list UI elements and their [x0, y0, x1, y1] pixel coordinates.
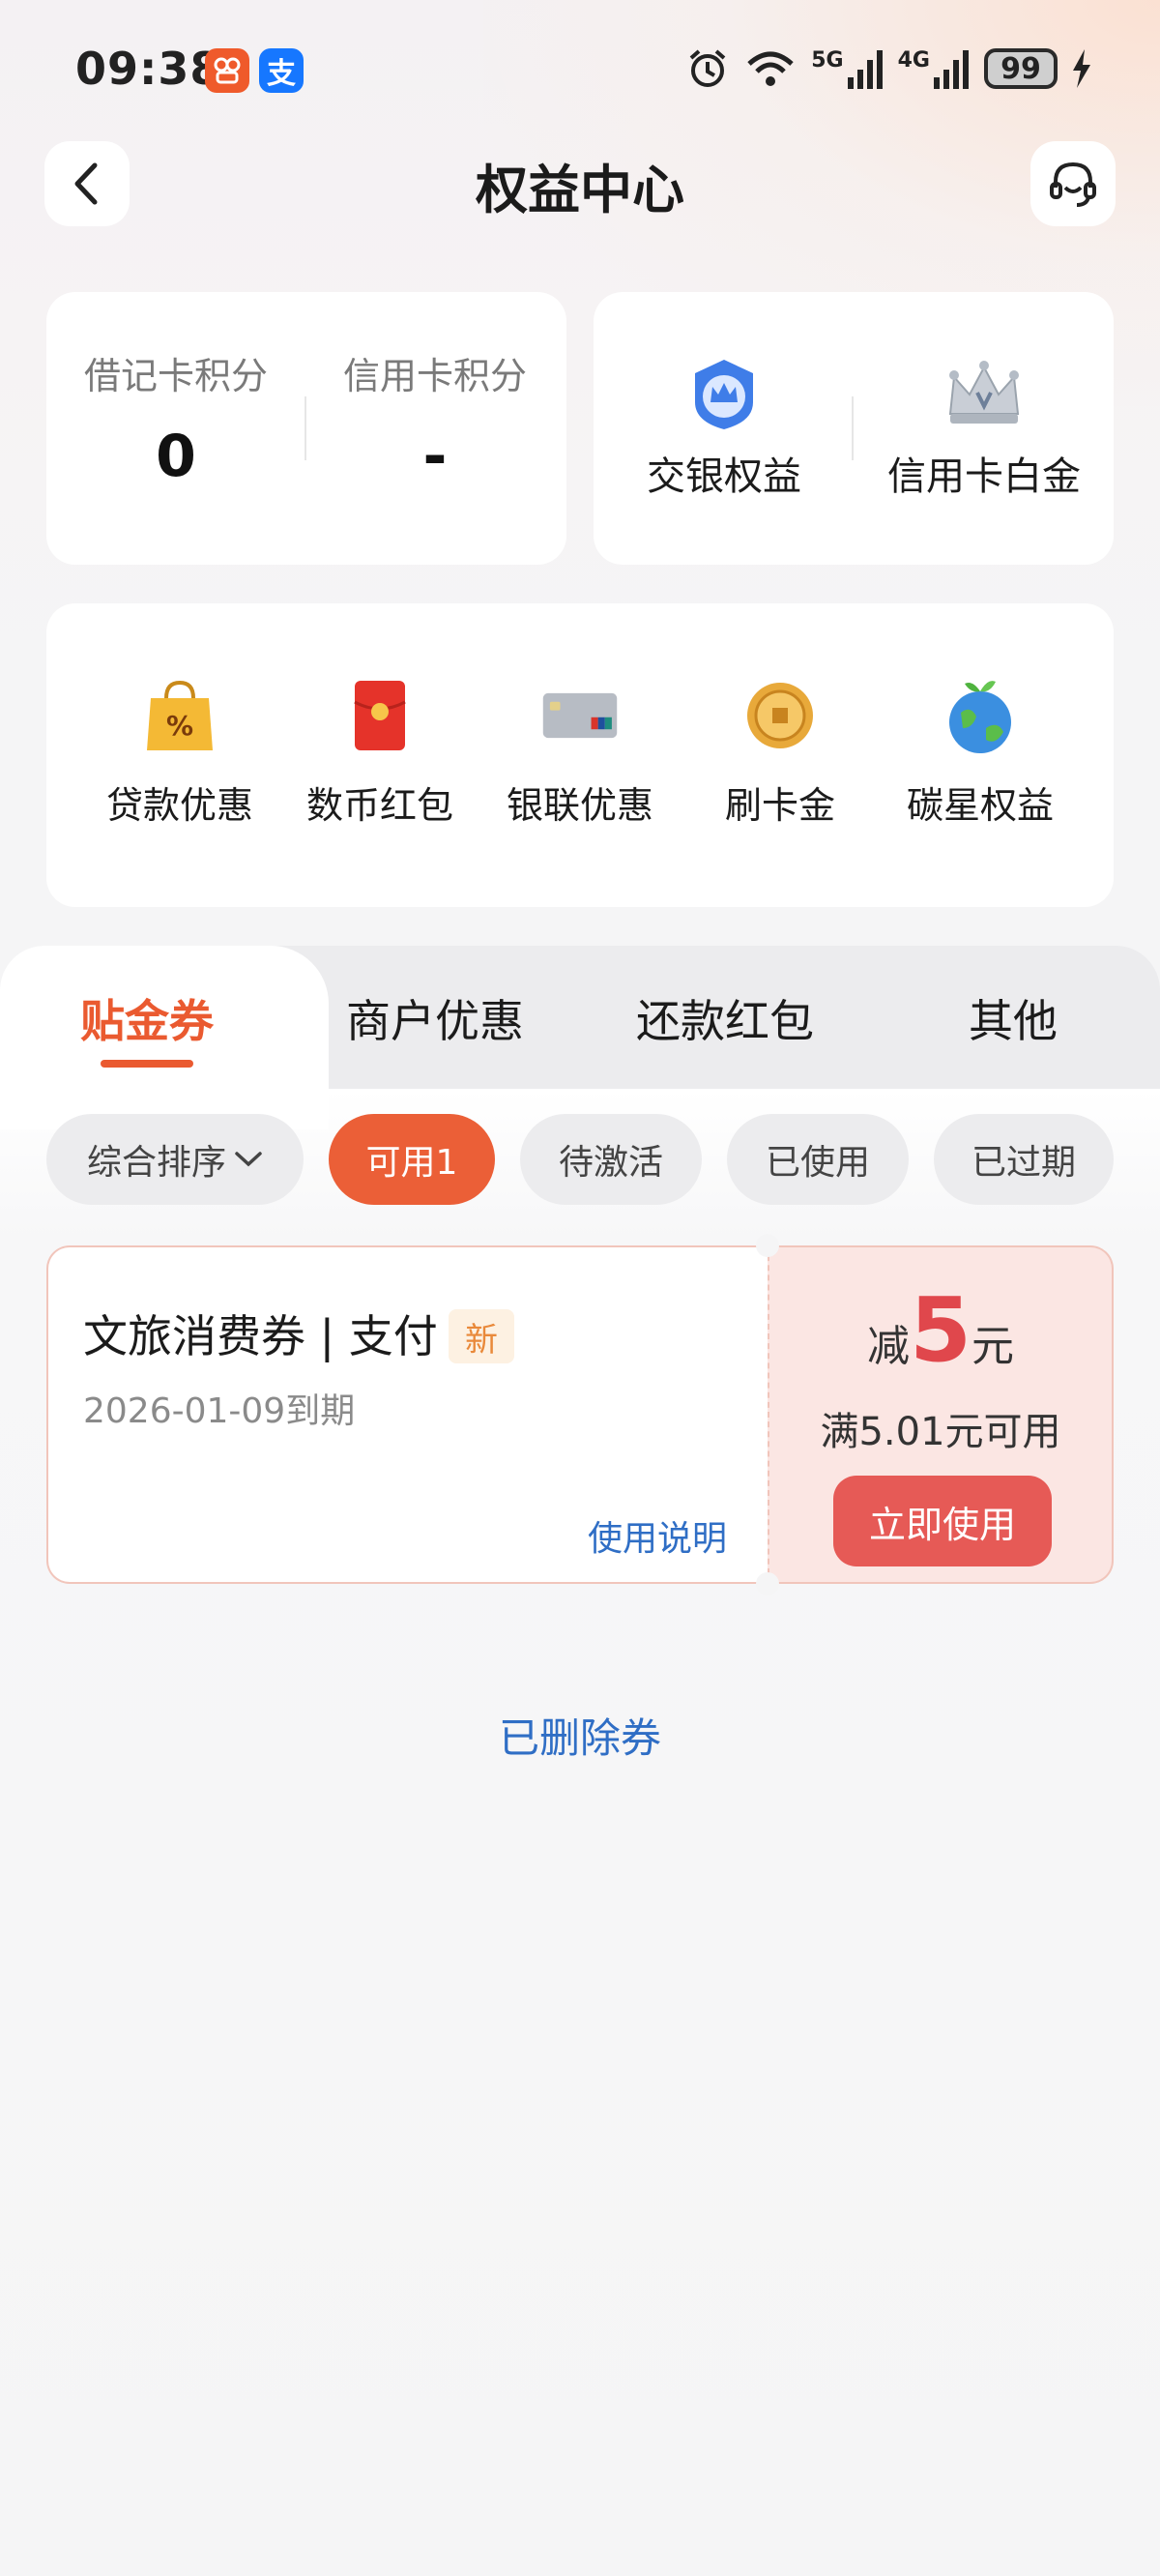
red-envelope-icon: [341, 677, 419, 754]
filter-expired[interactable]: 已过期: [934, 1114, 1114, 1205]
credit-points-value: -: [422, 423, 448, 490]
unionpay-card-icon: [541, 677, 619, 754]
charging-icon: [1073, 49, 1090, 88]
tab-repayment-red-envelope[interactable]: 还款红包: [609, 986, 841, 1050]
signal-4g: 4G: [898, 48, 971, 89]
blue-crown-badge-icon: [695, 360, 753, 429]
quick-entry-red-envelope[interactable]: 数币红包: [283, 677, 477, 829]
divider: [852, 396, 854, 460]
use-now-button[interactable]: 立即使用: [833, 1476, 1052, 1566]
tab-active-indicator: [101, 1060, 193, 1068]
alarm-icon: [689, 49, 726, 87]
coupon-notch: [756, 1572, 779, 1595]
debit-points[interactable]: 借记卡积分 0: [50, 346, 302, 490]
quick-entry-card-gold[interactable]: 刷卡金: [683, 677, 877, 829]
chevron-down-icon: [235, 1152, 262, 1167]
divider: [304, 396, 306, 460]
quick-entry-label: 碳星权益: [906, 784, 1054, 827]
quick-entry-label: 贷款优惠: [105, 784, 253, 827]
status-time: 09:38: [75, 43, 222, 95]
platinum-card-entry[interactable]: 信用卡白金: [870, 356, 1098, 501]
usage-instructions-link[interactable]: 使用说明: [588, 1510, 727, 1561]
bocom-benefit-label: 交银权益: [647, 454, 801, 499]
coupon-expiry: 2026-01-09到期: [83, 1391, 356, 1431]
wifi-icon: [747, 51, 794, 86]
alipay-notification-icon: 支: [259, 48, 304, 93]
coupon-discount: 减5元: [768, 1278, 1114, 1382]
quick-entry-loan[interactable]: % 贷款优惠: [83, 677, 276, 829]
discount-amount: 5: [909, 1278, 972, 1382]
discount-unit: 元: [972, 1322, 1014, 1371]
quick-entry-label: 银联优惠: [506, 784, 653, 827]
quick-entry-label: 数币红包: [305, 784, 453, 827]
deleted-coupons-link[interactable]: 已删除券: [0, 1706, 1160, 1765]
quick-entry-carbon-star[interactable]: 碳星权益: [884, 677, 1077, 829]
app-notification-icon: [205, 48, 249, 93]
sort-dropdown[interactable]: 综合排序: [46, 1114, 304, 1205]
debit-points-value: 0: [156, 423, 196, 490]
credit-points[interactable]: 信用卡积分 -: [309, 346, 561, 490]
platinum-card-label: 信用卡白金: [887, 454, 1081, 499]
page-title: 权益中心: [476, 160, 684, 220]
battery-indicator: 99: [984, 48, 1058, 89]
signal-5g: 5G: [811, 48, 884, 89]
earth-icon: [942, 677, 1019, 754]
coupon-condition: 满5.01元可用: [820, 1410, 1061, 1454]
discount-prefix: 减: [866, 1322, 910, 1371]
quick-entry-label: 刷卡金: [724, 784, 835, 827]
customer-service-button[interactable]: [1030, 141, 1116, 226]
tab-merchant-offers[interactable]: 商户优惠: [319, 986, 551, 1050]
new-badge: 新: [449, 1309, 514, 1363]
gold-coin-icon: [741, 677, 819, 754]
sort-dropdown-label: 综合排序: [86, 1143, 226, 1183]
debit-points-label: 借记卡积分: [83, 355, 268, 397]
filter-used[interactable]: 已使用: [727, 1114, 909, 1205]
tab-gold-coupon[interactable]: 贴金券: [31, 986, 263, 1050]
loan-bag-icon: %: [141, 677, 218, 754]
bocom-benefit-entry[interactable]: 交银权益: [623, 356, 826, 501]
signal-bars-icon: [934, 50, 969, 89]
quick-entry-unionpay[interactable]: 银联优惠: [483, 677, 677, 829]
credit-points-label: 信用卡积分: [342, 355, 527, 397]
signal-bars-icon: [847, 50, 883, 89]
silver-crown-icon: [948, 361, 1020, 424]
quick-entries: % 贷款优惠 数币红包 银联优惠 刷卡金 碳星权益: [83, 677, 1077, 829]
filter-available[interactable]: 可用1: [329, 1114, 495, 1205]
coupon-notch: [756, 1234, 779, 1257]
status-icons: 5G 4G 99: [685, 46, 1092, 91]
filter-pending-activation[interactable]: 待激活: [520, 1114, 702, 1205]
headset-icon: [1050, 161, 1096, 207]
svg-text:%: %: [166, 710, 193, 742]
coupon-name: 文旅消费券 | 支付: [83, 1310, 438, 1362]
tab-other[interactable]: 其他: [897, 986, 1129, 1050]
